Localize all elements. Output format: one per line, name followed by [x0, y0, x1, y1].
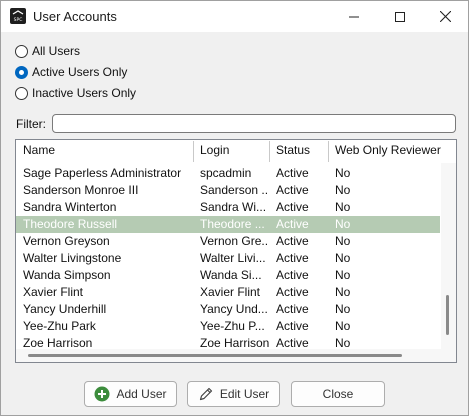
- cell-login: Yancy Und...: [200, 302, 268, 316]
- cell-name: Theodore Russell: [23, 217, 118, 231]
- column-header-status[interactable]: Status: [269, 140, 328, 163]
- radio-label: Inactive Users Only: [32, 86, 137, 100]
- window-title: User Accounts: [33, 9, 117, 24]
- cell-web-only-reviewer: No: [335, 234, 351, 248]
- vertical-scrollbar[interactable]: [441, 163, 456, 362]
- app-logo-icon: SPC: [10, 8, 26, 24]
- table-row[interactable]: Sage Paperless Administrator spcadmin Acti…: [16, 165, 440, 182]
- cell-login: Vernon Gre...: [200, 234, 269, 248]
- radio-all-users[interactable]: All Users: [15, 42, 80, 60]
- cell-login: Yee-Zhu P...: [200, 319, 265, 333]
- cell-name: Sandra Winterton: [23, 200, 117, 214]
- filter-label: Filter:: [16, 117, 46, 131]
- filter-input[interactable]: [52, 114, 456, 133]
- minimize-icon: [349, 16, 359, 17]
- maximize-icon: [395, 11, 405, 22]
- table-row[interactable]: Yee-Zhu Park Yee-Zhu P... Active No: [16, 318, 440, 335]
- cell-name: Yancy Underhill: [23, 302, 107, 316]
- cell-web-only-reviewer: No: [335, 302, 351, 316]
- add-user-button[interactable]: Add User: [84, 381, 177, 407]
- close-button[interactable]: Close: [291, 381, 385, 407]
- cell-web-only-reviewer: No: [335, 285, 351, 299]
- close-label: Close: [322, 387, 354, 401]
- column-header-web-only-reviewer[interactable]: Web Only Reviewer: [328, 140, 441, 163]
- table-row-selected[interactable]: Theodore Russell Theodore ... Active No: [16, 216, 440, 233]
- radio-button[interactable]: [15, 86, 28, 100]
- horizontal-scrollbar[interactable]: [16, 349, 441, 362]
- user-accounts-dialog: SPC User Accounts All Users Active Users…: [0, 0, 469, 416]
- cell-web-only-reviewer: No: [335, 268, 351, 282]
- pencil-icon: [198, 386, 214, 402]
- table-row[interactable]: Xavier Flint Xavier Flint Active No: [16, 284, 440, 301]
- cell-web-only-reviewer: No: [335, 217, 351, 231]
- radio-label: All Users: [32, 44, 81, 58]
- add-user-label: Add User: [116, 387, 167, 401]
- edit-user-label: Edit User: [219, 387, 270, 401]
- add-icon: [94, 386, 110, 402]
- cell-status: Active: [276, 234, 309, 248]
- cell-login: Sandra Wi...: [200, 200, 267, 214]
- maximize-button[interactable]: [377, 1, 423, 32]
- cell-web-only-reviewer: No: [335, 200, 351, 214]
- column-header-login[interactable]: Login: [193, 140, 269, 163]
- cell-status: Active: [276, 319, 309, 333]
- svg-text:SPC: SPC: [14, 17, 23, 23]
- edit-user-button[interactable]: Edit User: [187, 381, 280, 407]
- cell-web-only-reviewer: No: [335, 319, 351, 333]
- cell-web-only-reviewer: No: [335, 251, 351, 265]
- cell-login: spcadmin: [200, 166, 252, 180]
- table-row[interactable]: Wanda Simpson Wanda Si... Active No: [16, 267, 440, 284]
- table-row[interactable]: Walter Livingstone Walter Livi... Active No: [16, 250, 440, 267]
- cell-status: Active: [276, 285, 309, 299]
- cell-name: Wanda Simpson: [23, 268, 111, 282]
- cell-status: Active: [276, 166, 309, 180]
- radio-label: Active Users Only: [32, 65, 128, 79]
- cell-name: Walter Livingstone: [23, 251, 122, 265]
- minimize-button[interactable]: [331, 1, 377, 32]
- cell-name: Vernon Greyson: [23, 234, 110, 248]
- cell-status: Active: [276, 183, 309, 197]
- radio-button-selected[interactable]: [15, 65, 28, 79]
- cell-name: Yee-Zhu Park: [23, 319, 96, 333]
- cell-web-only-reviewer: No: [335, 166, 351, 180]
- close-icon: [439, 11, 451, 22]
- radio-button[interactable]: [15, 44, 28, 58]
- user-list[interactable]: Name Login Status Web Only Reviewer Sage…: [15, 139, 457, 363]
- column-header-name[interactable]: Name: [16, 140, 193, 163]
- cell-login: Sanderson ...: [200, 183, 269, 197]
- cell-login: Wanda Si...: [200, 268, 262, 282]
- cell-status: Active: [276, 302, 309, 316]
- vertical-scrollbar-thumb[interactable]: [446, 295, 449, 335]
- close-window-button[interactable]: [422, 1, 468, 32]
- cell-name: Xavier Flint: [23, 285, 84, 299]
- radio-inactive-users-only[interactable]: Inactive Users Only: [15, 84, 136, 102]
- table-row[interactable]: Sanderson Monroe III Sanderson ... Active N…: [16, 182, 440, 199]
- cell-login: Walter Livi...: [200, 251, 266, 265]
- list-header: Name Login Status Web Only Reviewer: [16, 140, 456, 163]
- radio-active-users-only[interactable]: Active Users Only: [15, 63, 127, 81]
- cell-name: Sage Paperless Administrator: [23, 166, 182, 180]
- cell-status: Active: [276, 268, 309, 282]
- title-bar[interactable]: SPC User Accounts: [1, 1, 468, 32]
- cell-name: Sanderson Monroe III: [23, 183, 139, 197]
- cell-login: Theodore ...: [200, 217, 265, 231]
- cell-status: Active: [276, 200, 309, 214]
- cell-status: Active: [276, 251, 309, 265]
- cell-web-only-reviewer: No: [335, 183, 351, 197]
- horizontal-scrollbar-thumb[interactable]: [28, 354, 402, 357]
- table-row[interactable]: Sandra Winterton Sandra Wi... Active No: [16, 199, 440, 216]
- cell-status: Active: [276, 217, 309, 231]
- table-row[interactable]: Yancy Underhill Yancy Und... Active No: [16, 301, 440, 318]
- table-row[interactable]: Vernon Greyson Vernon Gre... Active No: [16, 233, 440, 250]
- cell-login: Xavier Flint: [200, 285, 261, 299]
